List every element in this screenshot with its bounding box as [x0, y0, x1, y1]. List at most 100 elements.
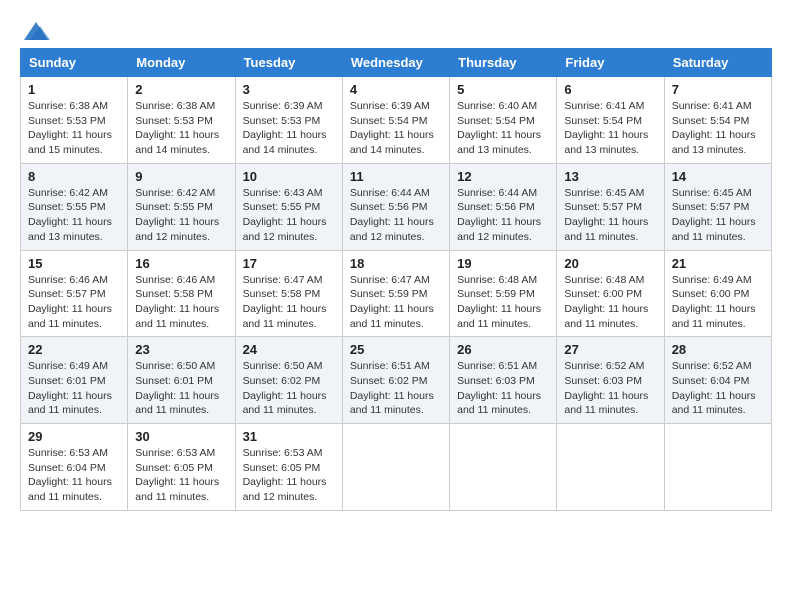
day-header-sunday: Sunday [21, 49, 128, 77]
day-number: 10 [243, 169, 335, 184]
page-header [20, 20, 772, 38]
calendar-day-cell: 19 Sunrise: 6:48 AM Sunset: 5:59 PM Dayl… [450, 250, 557, 337]
day-info: Sunrise: 6:48 AM Sunset: 6:00 PM Dayligh… [564, 273, 656, 332]
calendar-day-cell: 7 Sunrise: 6:41 AM Sunset: 5:54 PM Dayli… [664, 77, 771, 164]
day-number: 25 [350, 342, 442, 357]
day-number: 11 [350, 169, 442, 184]
day-number: 7 [672, 82, 764, 97]
calendar-day-cell [557, 424, 664, 511]
day-info: Sunrise: 6:45 AM Sunset: 5:57 PM Dayligh… [672, 186, 764, 245]
day-info: Sunrise: 6:41 AM Sunset: 5:54 PM Dayligh… [564, 99, 656, 158]
calendar-day-cell: 29 Sunrise: 6:53 AM Sunset: 6:04 PM Dayl… [21, 424, 128, 511]
day-info: Sunrise: 6:46 AM Sunset: 5:57 PM Dayligh… [28, 273, 120, 332]
calendar-day-cell: 9 Sunrise: 6:42 AM Sunset: 5:55 PM Dayli… [128, 163, 235, 250]
day-number: 28 [672, 342, 764, 357]
calendar-day-cell: 16 Sunrise: 6:46 AM Sunset: 5:58 PM Dayl… [128, 250, 235, 337]
calendar-day-cell: 1 Sunrise: 6:38 AM Sunset: 5:53 PM Dayli… [21, 77, 128, 164]
day-header-friday: Friday [557, 49, 664, 77]
calendar-day-cell: 22 Sunrise: 6:49 AM Sunset: 6:01 PM Dayl… [21, 337, 128, 424]
day-number: 26 [457, 342, 549, 357]
calendar-day-cell: 27 Sunrise: 6:52 AM Sunset: 6:03 PM Dayl… [557, 337, 664, 424]
day-info: Sunrise: 6:44 AM Sunset: 5:56 PM Dayligh… [457, 186, 549, 245]
calendar-day-cell: 26 Sunrise: 6:51 AM Sunset: 6:03 PM Dayl… [450, 337, 557, 424]
day-info: Sunrise: 6:43 AM Sunset: 5:55 PM Dayligh… [243, 186, 335, 245]
day-info: Sunrise: 6:44 AM Sunset: 5:56 PM Dayligh… [350, 186, 442, 245]
day-number: 20 [564, 256, 656, 271]
day-number: 31 [243, 429, 335, 444]
calendar-day-cell: 31 Sunrise: 6:53 AM Sunset: 6:05 PM Dayl… [235, 424, 342, 511]
day-info: Sunrise: 6:51 AM Sunset: 6:03 PM Dayligh… [457, 359, 549, 418]
calendar-day-cell: 10 Sunrise: 6:43 AM Sunset: 5:55 PM Dayl… [235, 163, 342, 250]
calendar-day-cell: 8 Sunrise: 6:42 AM Sunset: 5:55 PM Dayli… [21, 163, 128, 250]
calendar-day-cell: 15 Sunrise: 6:46 AM Sunset: 5:57 PM Dayl… [21, 250, 128, 337]
calendar-day-cell: 28 Sunrise: 6:52 AM Sunset: 6:04 PM Dayl… [664, 337, 771, 424]
calendar-week-row: 8 Sunrise: 6:42 AM Sunset: 5:55 PM Dayli… [21, 163, 772, 250]
calendar-header-row: SundayMondayTuesdayWednesdayThursdayFrid… [21, 49, 772, 77]
calendar-day-cell: 20 Sunrise: 6:48 AM Sunset: 6:00 PM Dayl… [557, 250, 664, 337]
calendar-day-cell: 21 Sunrise: 6:49 AM Sunset: 6:00 PM Dayl… [664, 250, 771, 337]
day-number: 22 [28, 342, 120, 357]
calendar-day-cell: 12 Sunrise: 6:44 AM Sunset: 5:56 PM Dayl… [450, 163, 557, 250]
day-number: 1 [28, 82, 120, 97]
day-info: Sunrise: 6:53 AM Sunset: 6:04 PM Dayligh… [28, 446, 120, 505]
day-info: Sunrise: 6:45 AM Sunset: 5:57 PM Dayligh… [564, 186, 656, 245]
day-info: Sunrise: 6:52 AM Sunset: 6:04 PM Dayligh… [672, 359, 764, 418]
calendar-day-cell: 14 Sunrise: 6:45 AM Sunset: 5:57 PM Dayl… [664, 163, 771, 250]
day-info: Sunrise: 6:49 AM Sunset: 6:00 PM Dayligh… [672, 273, 764, 332]
day-number: 5 [457, 82, 549, 97]
calendar-day-cell: 17 Sunrise: 6:47 AM Sunset: 5:58 PM Dayl… [235, 250, 342, 337]
day-header-thursday: Thursday [450, 49, 557, 77]
calendar-day-cell: 23 Sunrise: 6:50 AM Sunset: 6:01 PM Dayl… [128, 337, 235, 424]
day-info: Sunrise: 6:51 AM Sunset: 6:02 PM Dayligh… [350, 359, 442, 418]
day-info: Sunrise: 6:47 AM Sunset: 5:58 PM Dayligh… [243, 273, 335, 332]
calendar-day-cell: 11 Sunrise: 6:44 AM Sunset: 5:56 PM Dayl… [342, 163, 449, 250]
day-number: 17 [243, 256, 335, 271]
day-header-monday: Monday [128, 49, 235, 77]
day-number: 13 [564, 169, 656, 184]
day-info: Sunrise: 6:50 AM Sunset: 6:02 PM Dayligh… [243, 359, 335, 418]
day-number: 9 [135, 169, 227, 184]
calendar-day-cell [450, 424, 557, 511]
day-number: 2 [135, 82, 227, 97]
day-number: 19 [457, 256, 549, 271]
logo-icon [22, 20, 50, 42]
day-info: Sunrise: 6:50 AM Sunset: 6:01 PM Dayligh… [135, 359, 227, 418]
day-number: 30 [135, 429, 227, 444]
calendar-day-cell: 4 Sunrise: 6:39 AM Sunset: 5:54 PM Dayli… [342, 77, 449, 164]
day-number: 24 [243, 342, 335, 357]
day-info: Sunrise: 6:53 AM Sunset: 6:05 PM Dayligh… [243, 446, 335, 505]
calendar-day-cell: 2 Sunrise: 6:38 AM Sunset: 5:53 PM Dayli… [128, 77, 235, 164]
day-header-saturday: Saturday [664, 49, 771, 77]
day-number: 23 [135, 342, 227, 357]
calendar-day-cell: 18 Sunrise: 6:47 AM Sunset: 5:59 PM Dayl… [342, 250, 449, 337]
day-number: 4 [350, 82, 442, 97]
day-info: Sunrise: 6:42 AM Sunset: 5:55 PM Dayligh… [135, 186, 227, 245]
calendar-day-cell: 13 Sunrise: 6:45 AM Sunset: 5:57 PM Dayl… [557, 163, 664, 250]
day-info: Sunrise: 6:49 AM Sunset: 6:01 PM Dayligh… [28, 359, 120, 418]
calendar-day-cell [342, 424, 449, 511]
logo [20, 20, 50, 38]
day-number: 27 [564, 342, 656, 357]
day-info: Sunrise: 6:40 AM Sunset: 5:54 PM Dayligh… [457, 99, 549, 158]
day-info: Sunrise: 6:52 AM Sunset: 6:03 PM Dayligh… [564, 359, 656, 418]
calendar-day-cell: 30 Sunrise: 6:53 AM Sunset: 6:05 PM Dayl… [128, 424, 235, 511]
day-number: 14 [672, 169, 764, 184]
day-number: 29 [28, 429, 120, 444]
calendar-week-row: 22 Sunrise: 6:49 AM Sunset: 6:01 PM Dayl… [21, 337, 772, 424]
day-info: Sunrise: 6:38 AM Sunset: 5:53 PM Dayligh… [135, 99, 227, 158]
day-info: Sunrise: 6:38 AM Sunset: 5:53 PM Dayligh… [28, 99, 120, 158]
calendar-week-row: 29 Sunrise: 6:53 AM Sunset: 6:04 PM Dayl… [21, 424, 772, 511]
day-info: Sunrise: 6:42 AM Sunset: 5:55 PM Dayligh… [28, 186, 120, 245]
calendar-day-cell: 25 Sunrise: 6:51 AM Sunset: 6:02 PM Dayl… [342, 337, 449, 424]
calendar-table: SundayMondayTuesdayWednesdayThursdayFrid… [20, 48, 772, 511]
day-info: Sunrise: 6:46 AM Sunset: 5:58 PM Dayligh… [135, 273, 227, 332]
calendar-day-cell: 24 Sunrise: 6:50 AM Sunset: 6:02 PM Dayl… [235, 337, 342, 424]
calendar-day-cell: 6 Sunrise: 6:41 AM Sunset: 5:54 PM Dayli… [557, 77, 664, 164]
day-header-tuesday: Tuesday [235, 49, 342, 77]
day-info: Sunrise: 6:41 AM Sunset: 5:54 PM Dayligh… [672, 99, 764, 158]
calendar-day-cell: 3 Sunrise: 6:39 AM Sunset: 5:53 PM Dayli… [235, 77, 342, 164]
day-info: Sunrise: 6:47 AM Sunset: 5:59 PM Dayligh… [350, 273, 442, 332]
day-info: Sunrise: 6:48 AM Sunset: 5:59 PM Dayligh… [457, 273, 549, 332]
day-number: 6 [564, 82, 656, 97]
day-number: 15 [28, 256, 120, 271]
